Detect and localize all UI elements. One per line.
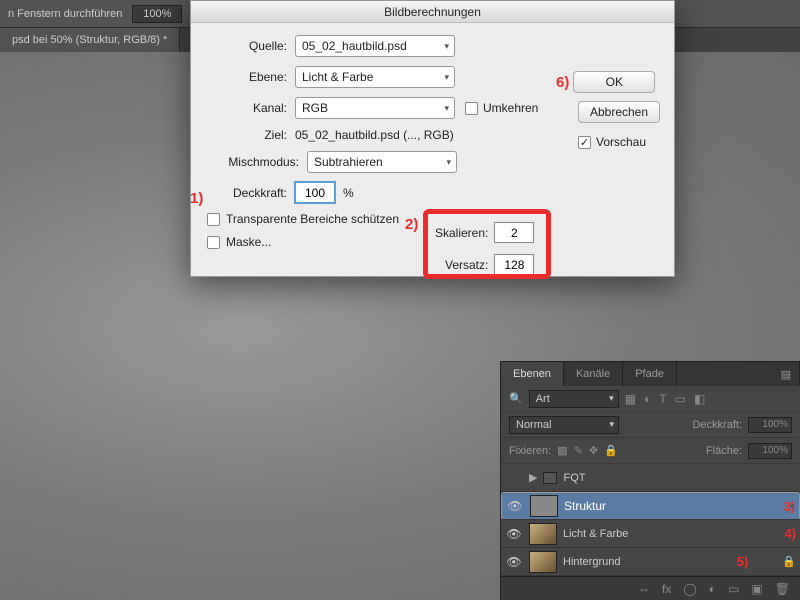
opacity-panel-label: Deckkraft: (692, 419, 742, 431)
ok-button[interactable]: OK (573, 71, 655, 93)
layer-label: Ebene: (207, 70, 295, 84)
highlight-box (423, 209, 551, 279)
search-icon: 🔍 (509, 392, 523, 405)
folder-icon (543, 472, 557, 484)
filter-kind-select[interactable]: Art (529, 390, 619, 408)
lock-label: Fixieren: (509, 445, 551, 457)
visibility-toggle[interactable]: 👁 (505, 527, 523, 541)
lock-transparency-icon[interactable]: ▩ (557, 444, 567, 457)
dialog-title: Bildberechnungen (191, 1, 674, 23)
filter-pixel-icon[interactable]: ▦ (625, 392, 636, 406)
annotation-6: 6) (556, 74, 569, 91)
preserve-transparency-label: Transparente Bereiche schützen (226, 212, 399, 226)
preserve-transparency-checkbox[interactable] (207, 213, 220, 226)
target-label: Ziel: (207, 128, 295, 142)
panel-menu-icon[interactable]: ▤ (773, 362, 800, 386)
document-tab[interactable]: psd bei 50% (Struktur, RGB/8) * (0, 28, 180, 52)
cancel-button[interactable]: Abbrechen (578, 101, 660, 123)
layer-mask-icon[interactable]: ◯ (683, 582, 696, 596)
channel-label: Kanal: (207, 101, 295, 115)
apply-image-dialog: Bildberechnungen Quelle: 05_02_hautbild.… (190, 0, 675, 277)
layer-thumb (529, 551, 557, 573)
fill-label: Fläche: (706, 445, 742, 457)
lock-all-icon[interactable]: 🔒 (604, 444, 618, 457)
annotation-4: 4) (784, 526, 796, 541)
visibility-toggle[interactable]: 👁 (505, 555, 523, 569)
opacity-unit: % (343, 186, 354, 200)
disclosure-icon[interactable]: ▶ (529, 471, 537, 484)
annotation-3: 3) (783, 499, 795, 514)
invert-label: Umkehren (483, 101, 538, 115)
annotation-1: 1) (190, 190, 203, 207)
option-label: n Fenstern durchführen (8, 8, 122, 20)
layer-name: Licht & Farbe (563, 528, 778, 540)
blend-mode-select[interactable]: Normal (509, 416, 619, 434)
blending-select[interactable]: Subtrahieren (307, 151, 457, 173)
tab-paths[interactable]: Pfade (623, 362, 677, 386)
opacity-panel-input[interactable] (748, 417, 792, 433)
layer-select[interactable]: Licht & Farbe (295, 66, 455, 88)
invert-checkbox[interactable] (465, 102, 478, 115)
opacity-input[interactable] (295, 182, 335, 203)
layers-panel: Ebenen Kanäle Pfade ▤ 🔍 Art ▦ ◐ T ▭ ◧ No… (500, 361, 800, 600)
layer-row-struktur[interactable]: 👁 Struktur 3) (501, 492, 800, 520)
preview-label: Vorschau (596, 135, 646, 149)
layer-name: FQT (563, 472, 796, 484)
layer-thumb (530, 495, 558, 517)
annotation-2: 2) (405, 216, 418, 233)
tab-channels[interactable]: Kanäle (564, 362, 623, 386)
annotation-5: 5) (737, 554, 749, 569)
zoom-input[interactable] (132, 5, 182, 23)
delete-layer-icon[interactable]: 🗑 (775, 582, 790, 596)
filter-type-icon[interactable]: T (659, 392, 666, 406)
channel-select[interactable]: RGB (295, 97, 455, 119)
lock-icon: 🔒 (782, 555, 796, 568)
layers-footer: ⇔ fx ◯ ◐ ▭ ▣ 🗑 (501, 576, 800, 600)
opacity-label: Deckkraft: (207, 186, 295, 200)
layer-name: Struktur (564, 499, 777, 513)
layer-thumb (529, 523, 557, 545)
adjustment-layer-icon[interactable]: ◐ (709, 582, 716, 596)
preview-checkbox[interactable] (578, 136, 591, 149)
lock-position-icon[interactable]: ✥ (589, 444, 598, 457)
blending-label: Mischmodus: (207, 155, 307, 169)
layer-group-row[interactable]: ▶ FQT (501, 464, 800, 492)
filter-adjust-icon[interactable]: ◐ (644, 392, 651, 406)
target-value: 05_02_hautbild.psd (..., RGB) (295, 128, 454, 142)
layer-row-licht[interactable]: 👁 Licht & Farbe 4) (501, 520, 800, 548)
filter-smart-icon[interactable]: ◧ (694, 392, 705, 406)
tab-layers[interactable]: Ebenen (501, 362, 564, 386)
new-group-icon[interactable]: ▭ (728, 582, 739, 596)
source-label: Quelle: (207, 39, 295, 53)
layer-name: Hintergrund (563, 556, 731, 568)
lock-pixels-icon[interactable]: ✎ (574, 444, 583, 457)
fill-input[interactable] (748, 443, 792, 459)
mask-label: Maske... (226, 235, 271, 249)
source-select[interactable]: 05_02_hautbild.psd (295, 35, 455, 57)
layers-list: ▶ FQT 👁 Struktur 3) 👁 Licht & Farbe 4) 👁… (501, 464, 800, 576)
layer-style-icon[interactable]: fx (662, 582, 671, 596)
new-layer-icon[interactable]: ▣ (751, 582, 762, 596)
layer-row-hintergrund[interactable]: 👁 Hintergrund 5) 🔒 (501, 548, 800, 576)
link-layers-icon[interactable]: ⇔ (638, 582, 650, 596)
filter-shape-icon[interactable]: ▭ (675, 392, 686, 406)
visibility-toggle[interactable]: 👁 (506, 499, 524, 513)
mask-checkbox[interactable] (207, 236, 220, 249)
